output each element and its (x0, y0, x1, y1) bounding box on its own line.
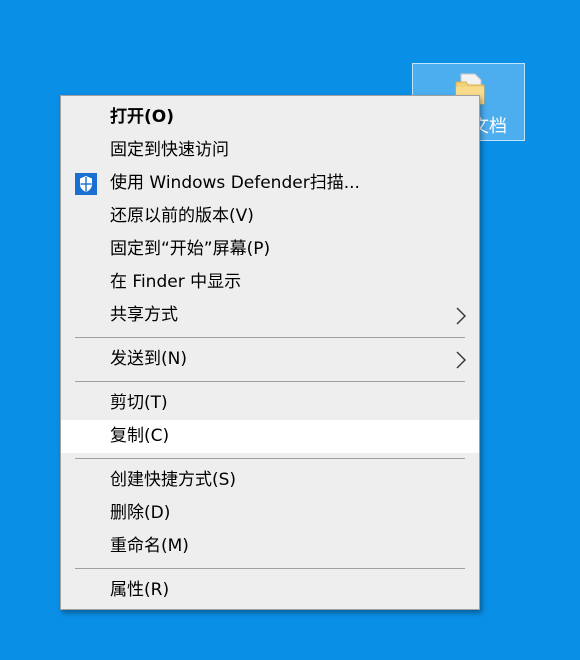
menu-item-create-shortcut[interactable]: 创建快捷方式(S) (61, 464, 479, 497)
menu-separator (75, 381, 465, 382)
windows-defender-shield-icon (75, 173, 97, 195)
menu-item-label: 固定到“开始”屏幕(P) (110, 239, 271, 259)
menu-separator (75, 568, 465, 569)
menu-item-label: 在 Finder 中显示 (110, 272, 242, 292)
menu-item-share-with[interactable]: 共享方式 (61, 299, 479, 332)
menu-item-cut[interactable]: 剪切(T) (61, 387, 479, 420)
menu-item-properties[interactable]: 属性(R) (61, 574, 479, 607)
menu-item-label: 剪切(T) (110, 393, 168, 413)
context-menu: 打开(O) 固定到快速访问 使用 Windows Defender扫描... 还… (60, 95, 480, 610)
menu-item-pin-quick-access[interactable]: 固定到快速访问 (61, 134, 479, 167)
menu-item-show-in-finder[interactable]: 在 Finder 中显示 (61, 266, 479, 299)
menu-item-pin-start[interactable]: 固定到“开始”屏幕(P) (61, 233, 479, 266)
menu-item-send-to[interactable]: 发送到(N) (61, 343, 479, 376)
menu-item-label: 共享方式 (110, 305, 178, 325)
menu-item-label: 创建快捷方式(S) (110, 470, 237, 490)
menu-item-copy[interactable]: 复制(C) (61, 420, 479, 453)
menu-item-scan-defender[interactable]: 使用 Windows Defender扫描... (61, 167, 479, 200)
menu-item-label: 删除(D) (110, 503, 171, 523)
menu-separator (75, 458, 465, 459)
menu-item-rename[interactable]: 重命名(M) (61, 530, 479, 563)
menu-item-delete[interactable]: 删除(D) (61, 497, 479, 530)
menu-item-label: 打开(O) (110, 107, 174, 127)
menu-item-label: 使用 Windows Defender扫描... (110, 173, 360, 193)
menu-item-label: 属性(R) (110, 580, 170, 600)
menu-item-label: 固定到快速访问 (110, 140, 229, 160)
menu-separator (75, 337, 465, 338)
menu-item-open[interactable]: 打开(O) (61, 101, 479, 134)
menu-item-label: 重命名(M) (110, 536, 189, 556)
chevron-right-icon (456, 351, 466, 369)
menu-item-label: 发送到(N) (110, 349, 187, 369)
chevron-right-icon (456, 307, 466, 325)
menu-item-label: 复制(C) (110, 426, 170, 446)
menu-item-label: 还原以前的版本(V) (110, 206, 254, 226)
menu-item-restore-versions[interactable]: 还原以前的版本(V) (61, 200, 479, 233)
